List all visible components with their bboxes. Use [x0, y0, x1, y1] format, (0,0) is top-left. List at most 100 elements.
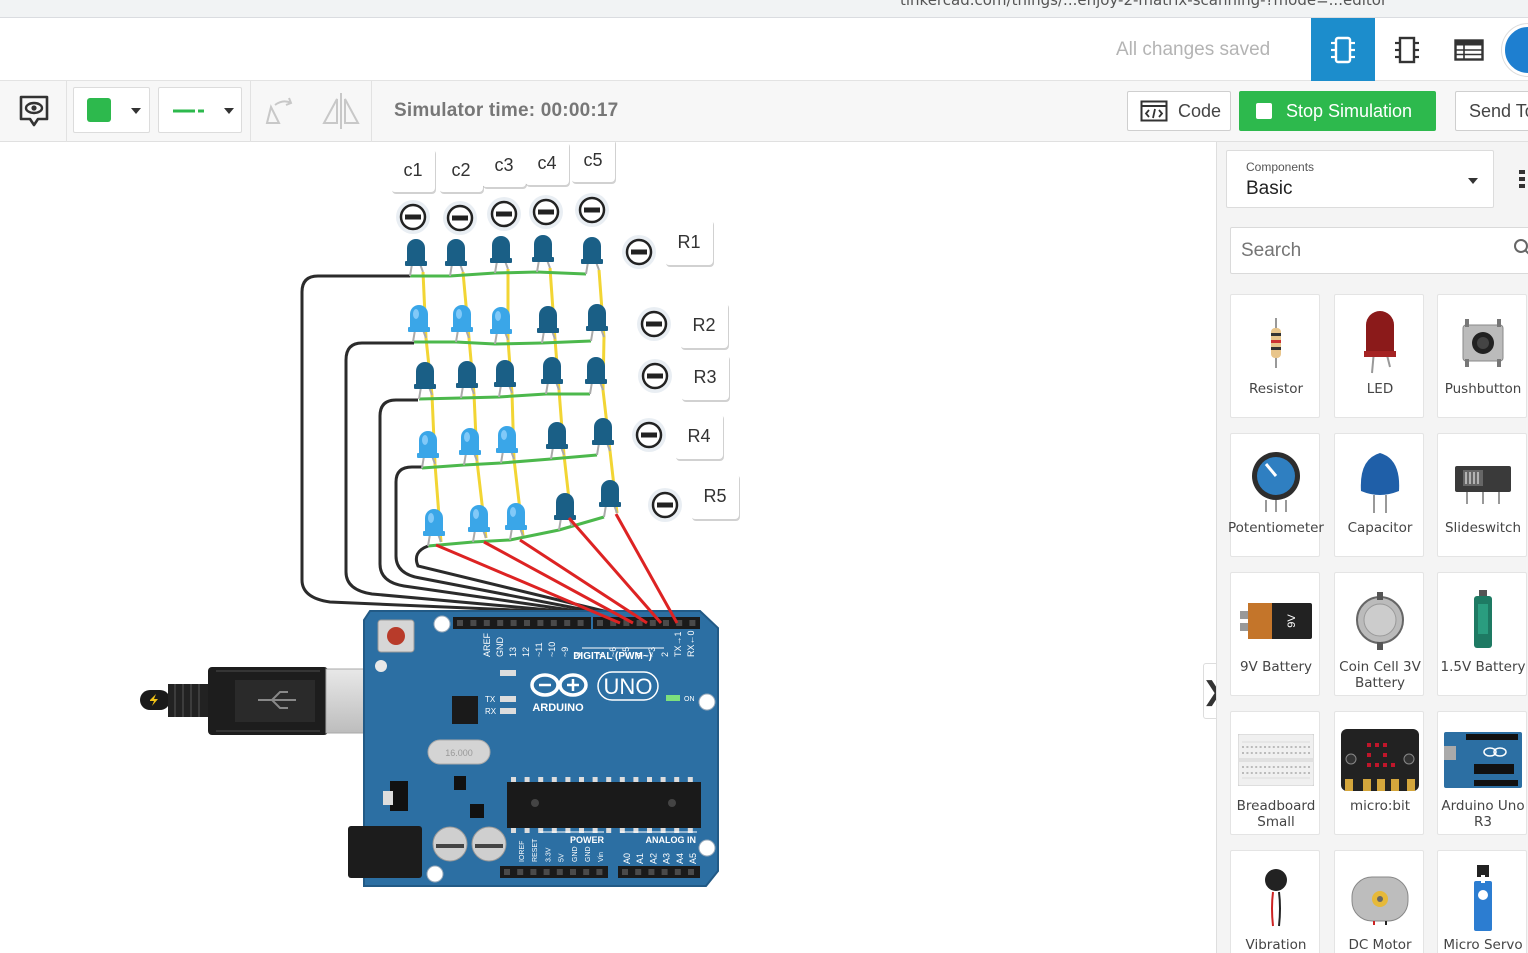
row-wire[interactable] — [421, 453, 598, 470]
row-label-R4: R4 — [675, 413, 724, 461]
analog-pin-label: A0 — [622, 853, 632, 864]
analog-label: ANALOG IN — [646, 835, 697, 845]
row-wire[interactable] — [410, 270, 587, 278]
row-probe-R5[interactable] — [648, 488, 682, 522]
component-card[interactable]: Capacitor — [1334, 433, 1424, 557]
component-name: Breadboard Small — [1236, 798, 1316, 830]
digital-pin-label: 13 — [508, 647, 518, 657]
column-label-c4: c4 — [525, 142, 570, 187]
circuit-canvas[interactable]: c1 c2 c3 c4 c5 R1 R2 R3 R4 R5 16.000 ARE… — [0, 142, 1224, 953]
component-card[interactable]: Resistor — [1230, 294, 1320, 418]
led-r1-c4[interactable] — [532, 235, 554, 273]
eye-bubble-icon — [19, 95, 49, 127]
component-card[interactable]: micro:bit — [1334, 711, 1424, 835]
notes-toggle-button[interactable] — [14, 91, 54, 131]
breadboard-icon — [1231, 720, 1321, 800]
svg-text:R5: R5 — [703, 486, 726, 506]
search-icon — [1514, 239, 1528, 255]
component-card[interactable]: Pushbutton — [1437, 294, 1527, 418]
row-wire[interactable] — [418, 392, 590, 401]
slideswitch-icon — [1438, 442, 1528, 522]
components-panel: Components Basic Resistor LED Pushbutton Po… — [1216, 142, 1528, 953]
component-card[interactable]: Micro Servo — [1437, 850, 1527, 953]
digital-pin-label: ~9 — [560, 647, 570, 657]
power-jack[interactable] — [348, 826, 422, 878]
stop-simulation-button[interactable]: Stop Simulation — [1239, 91, 1436, 131]
mount-hole — [426, 865, 444, 883]
component-card[interactable]: 9V 9V Battery — [1230, 572, 1320, 696]
component-card[interactable]: Vibration — [1230, 850, 1320, 953]
potentiometer-icon — [1231, 442, 1321, 522]
digital-pin-label: TX→1 — [673, 631, 683, 657]
arduino-uno-board[interactable]: 16.000 AREF GND 13 12 ~11 ~10 ~9 8 7 ~6 ~5 4 ~3 2 TX→1… — [348, 610, 719, 887]
schematic-view-icon — [1395, 36, 1419, 63]
column-probe-c1[interactable] — [396, 200, 430, 234]
led-r1-c1[interactable] — [405, 239, 427, 277]
column-wire[interactable] — [548, 267, 574, 527]
component-name: Arduino Uno R3 — [1441, 798, 1525, 830]
reset-button[interactable] — [387, 627, 405, 645]
component-card[interactable]: Arduino Uno R3 — [1437, 711, 1527, 835]
wire-type-dropdown[interactable] — [158, 87, 242, 133]
component-card[interactable]: Slideswitch — [1437, 433, 1527, 557]
code-button[interactable]: Code — [1127, 91, 1231, 131]
column-probe-c5[interactable] — [575, 193, 609, 227]
led-r1-c5[interactable] — [581, 237, 603, 275]
flip-icon — [322, 93, 360, 129]
send-to-label: Send To — [1469, 101, 1528, 121]
editor-toolbar: Simulator time: 00:00:17 Code Stop Simul… — [0, 81, 1528, 142]
schematic-view-button[interactable] — [1375, 18, 1439, 81]
grid-view-button[interactable] — [1503, 150, 1528, 208]
component-card[interactable]: Breadboard Small — [1230, 711, 1320, 835]
svg-text:9V: 9V — [1286, 614, 1298, 628]
led-r1-c2[interactable] — [445, 239, 467, 277]
row-probe-R1[interactable] — [622, 235, 656, 269]
column-label-c3: c3 — [482, 143, 527, 189]
component-card[interactable]: Coin Cell 3V Battery — [1334, 572, 1424, 696]
analog-header[interactable] — [618, 866, 700, 878]
browser-url[interactable]: tinkercad.com/things/...enjoy-2-matrix-s… — [900, 0, 1387, 9]
power-header[interactable] — [500, 866, 608, 878]
arduino-brand: ARDUINO — [532, 702, 584, 714]
row-label-R2: R2 — [680, 302, 729, 350]
analog-pin-label: A2 — [648, 853, 658, 864]
row-probe-R3[interactable] — [638, 359, 672, 393]
usb-chip — [452, 696, 478, 724]
row-wire[interactable] — [413, 339, 592, 346]
rotate-button[interactable] — [259, 93, 299, 129]
resistor-icon — [1231, 303, 1321, 383]
send-to-button[interactable]: Send To — [1455, 91, 1528, 131]
circuit-view-button[interactable] — [1311, 18, 1375, 81]
pushbutton-icon — [1438, 303, 1528, 383]
column-probe-c4[interactable] — [529, 195, 563, 229]
row-probe-R4[interactable] — [632, 418, 666, 452]
component-name: Resistor — [1249, 381, 1303, 397]
wire-color-dropdown[interactable] — [73, 87, 150, 133]
component-search-input[interactable] — [1230, 227, 1528, 274]
uno-label: UNO — [604, 674, 653, 699]
user-avatar[interactable] — [1502, 24, 1528, 76]
digital-label: DIGITAL (PWM~) — [573, 651, 652, 662]
component-card[interactable]: LED — [1334, 294, 1424, 418]
row-label-R1: R1 — [665, 219, 714, 267]
component-card[interactable]: Potentiometer — [1228, 433, 1324, 557]
flip-button[interactable] — [320, 91, 362, 131]
analog-pin-label: A4 — [675, 853, 685, 864]
svg-text:c4: c4 — [537, 153, 556, 173]
wire-color-swatch — [87, 98, 111, 122]
on-label: ON — [684, 696, 695, 703]
component-list-button[interactable] — [1437, 18, 1501, 81]
row-probe-R2[interactable] — [637, 307, 671, 341]
component-name: 9V Battery — [1239, 659, 1313, 675]
mount-hole — [698, 839, 716, 857]
component-card[interactable]: DC Motor — [1334, 850, 1424, 953]
component-card[interactable]: 1.5V Battery — [1437, 572, 1527, 696]
circuit-drawing[interactable]: c1 c2 c3 c4 c5R1R2R3R4R5 16.000 AREF GND… — [0, 142, 1216, 953]
arduino-icon — [1438, 720, 1528, 800]
led-r1-c3[interactable] — [490, 236, 512, 274]
column-wire[interactable] — [506, 269, 525, 537]
battery-1-5v-icon — [1438, 581, 1528, 661]
components-dropdown[interactable]: Components Basic — [1226, 150, 1494, 208]
column-probe-c3[interactable] — [487, 197, 521, 231]
column-probe-c2[interactable] — [443, 201, 477, 235]
